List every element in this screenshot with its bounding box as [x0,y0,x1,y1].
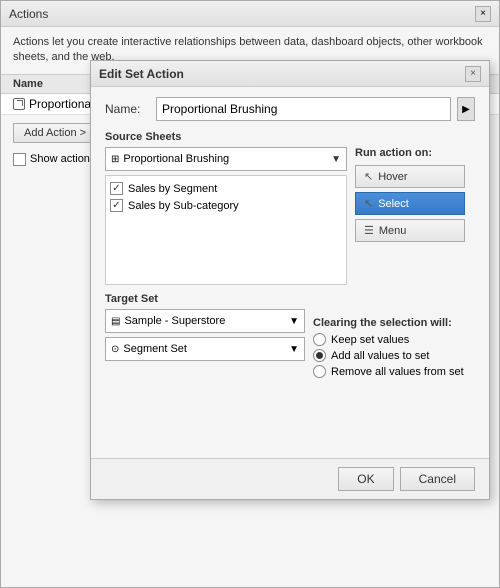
source-dropdown-value: Proportional Brushing [123,153,229,165]
menu-icon: ☰ [364,224,374,237]
source-dropdown[interactable]: ⊞ Proportional Brushing ▼ [105,147,347,171]
menu-label: Menu [379,225,407,237]
two-col-layout: ⊞ Proportional Brushing ▼ ✓ Sales by Seg… [105,147,475,285]
sheet-item-1[interactable]: ✓ Sales by Segment [110,180,342,197]
modal-title: Edit Set Action [99,67,184,81]
clearing-option-3[interactable]: Remove all values from set [313,365,475,378]
grid-icon: ⊞ [111,154,119,165]
cancel-button[interactable]: Cancel [400,467,475,491]
hover-icon: ↖ [364,170,373,183]
dropdown-chevron-icon: ▼ [331,154,341,165]
select-button[interactable]: ↖ Select [355,192,465,215]
name-input[interactable] [156,97,451,121]
left-column: ⊞ Proportional Brushing ▼ ✓ Sales by Seg… [105,147,347,285]
target-set-label: Target Set [105,293,475,305]
add-action-button[interactable]: Add Action > [13,123,97,143]
name-arrow-button[interactable]: ▶ [457,97,475,121]
sheet-item-2[interactable]: ✓ Sales by Sub-category [110,197,342,214]
edit-set-action-modal: Edit Set Action × Name: ▶ Source Sheets … [90,60,490,500]
clearing-radio-3[interactable] [313,365,326,378]
clearing-option-2[interactable]: Add all values to set [313,349,475,362]
clearing-option-1[interactable]: Keep set values [313,333,475,346]
target-datasource-dropdown[interactable]: ▤ Sample - Superstore ▼ [105,309,305,333]
target-set-section: Target Set ▤ Sample - Superstore ▼ ⊙ Seg… [105,293,475,381]
db-icon: ▤ [111,316,120,327]
modal-body: Name: ▶ Source Sheets ⊞ Proportional Bru… [91,87,489,391]
menu-button[interactable]: ☰ Menu [355,219,465,242]
hover-label: Hover [378,171,407,183]
sheet-2-label: Sales by Sub-category [128,200,239,212]
right-column: Run action on: ↖ Hover ↖ Select ☰ Menu [355,147,475,285]
actions-close-button[interactable]: × [475,6,491,22]
select-icon: ↖ [364,197,373,210]
set-icon: ⊙ [111,344,119,355]
sheet-1-checkbox[interactable]: ✓ [110,182,123,195]
show-actions-checkbox[interactable] [13,153,26,166]
modal-close-button[interactable]: × [465,66,481,82]
arrow-icon: ▶ [462,104,470,115]
source-sheets-list: ✓ Sales by Segment ✓ Sales by Sub-catego… [105,175,347,285]
sheet-1-label: Sales by Segment [128,183,217,195]
actions-titlebar: Actions × [1,1,499,27]
clearing-option-3-label: Remove all values from set [331,366,464,378]
select-label: Select [378,198,409,210]
modal-titlebar: Edit Set Action × [91,61,489,87]
clearing-radio-2[interactable] [313,349,326,362]
source-sheets-label: Source Sheets [105,131,475,143]
name-label: Name: [105,102,150,116]
target-set-value: Segment Set [123,343,187,355]
hover-button[interactable]: ↖ Hover [355,165,465,188]
clearing-option-1-label: Keep set values [331,334,409,346]
link-icon [13,98,25,110]
clearing-radio-1[interactable] [313,333,326,346]
target-datasource-value: Sample - Superstore [124,315,225,327]
ok-button[interactable]: OK [338,467,393,491]
name-row: Name: ▶ [105,97,475,121]
target-set-dropdown[interactable]: ⊙ Segment Set ▼ [105,337,305,361]
clearing-section: Clearing the selection will: Keep set va… [313,317,475,381]
run-action-label: Run action on: [355,147,475,159]
modal-footer: OK Cancel [91,458,489,499]
actions-title: Actions [9,7,48,21]
target-datasource-chevron-icon: ▼ [289,316,299,327]
sheet-2-checkbox[interactable]: ✓ [110,199,123,212]
target-set-chevron-icon: ▼ [289,344,299,355]
clearing-label: Clearing the selection will: [313,317,475,329]
clearing-option-2-label: Add all values to set [331,350,429,362]
